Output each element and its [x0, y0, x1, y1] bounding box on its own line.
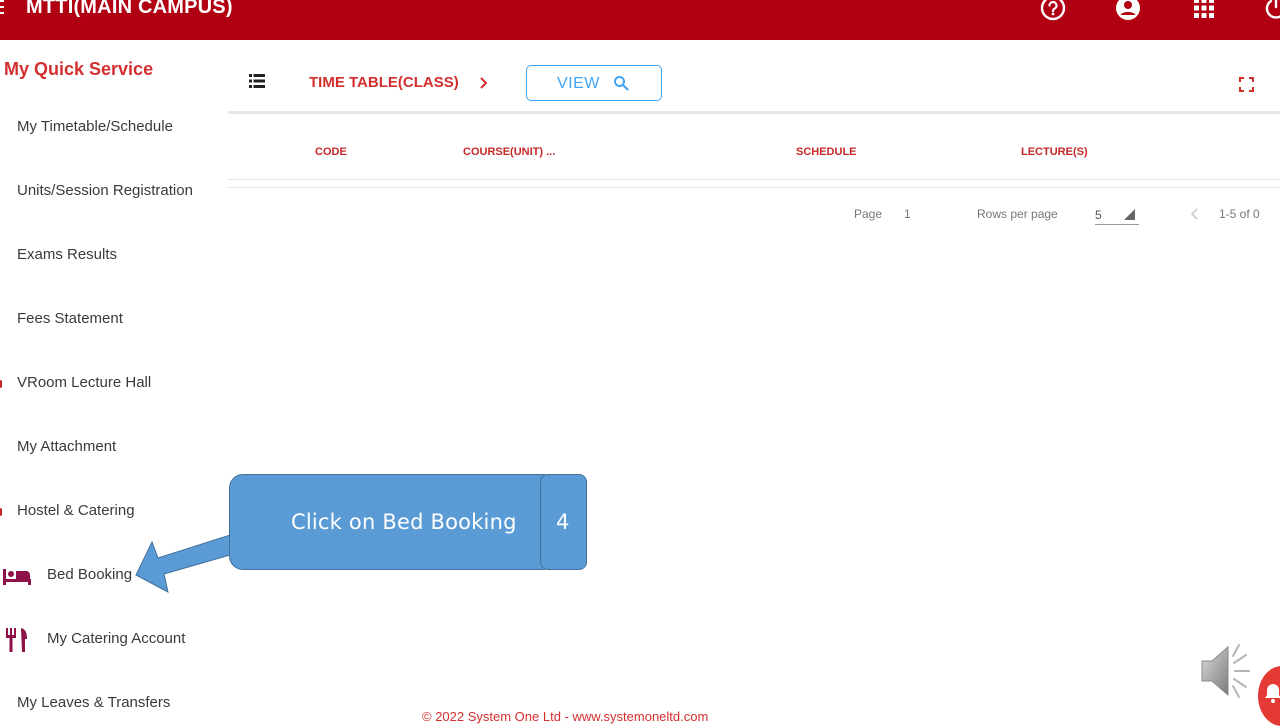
- sidebar-item-label: My Timetable/Schedule: [17, 118, 173, 135]
- table-header-divider: [228, 179, 1280, 180]
- fullscreen-icon[interactable]: [1239, 77, 1254, 92]
- speaker-icon[interactable]: [1199, 641, 1265, 701]
- column-header-schedule[interactable]: SCHEDULE: [796, 146, 857, 158]
- toolbar-divider: [228, 111, 1280, 114]
- sidebar-item-label: My Leaves & Transfers: [17, 694, 171, 711]
- sidebar-item-my-attachment[interactable]: My Attachment: [0, 427, 228, 467]
- sidebar-item-label: Bed Booking: [47, 566, 133, 583]
- breadcrumb[interactable]: TIME TABLE(CLASS): [309, 74, 459, 91]
- rows-per-page-value: 5: [1095, 208, 1102, 222]
- page-label: Page: [854, 207, 883, 221]
- section-marker: [0, 508, 2, 516]
- sidebar-item-label: My Catering Account: [47, 630, 186, 647]
- sidebar-item-exams-results[interactable]: Exams Results: [0, 235, 228, 275]
- sidebar: My Quick Service My Timetable/Schedule U…: [0, 40, 228, 720]
- callout-step-number: 4: [556, 510, 570, 534]
- chevron-left-icon[interactable]: [1190, 207, 1200, 221]
- footer-copyright: © 2022 System One Ltd - www.systemoneltd…: [422, 709, 709, 724]
- column-header-course[interactable]: COURSE(UNIT) ...: [463, 146, 555, 158]
- help-icon[interactable]: [1039, 0, 1067, 22]
- sidebar-item-hostel-catering[interactable]: Hostel & Catering: [0, 491, 228, 531]
- callout-arrow: [135, 534, 231, 593]
- sidebar-item-units-registration[interactable]: Units/Session Registration: [0, 171, 228, 211]
- sidebar-item-vroom-lecture-hall[interactable]: VRoom Lecture Hall: [0, 363, 228, 403]
- sidebar-item-fees-statement[interactable]: Fees Statement: [0, 299, 228, 339]
- chevron-right-icon: [478, 75, 490, 91]
- sidebar-item-label: My Attachment: [17, 438, 117, 455]
- sidebar-item-label: Hostel & Catering: [17, 502, 135, 519]
- sidebar-item-timetable[interactable]: My Timetable/Schedule: [0, 107, 228, 147]
- sidebar-item-catering-account[interactable]: My Catering Account: [0, 619, 228, 659]
- bell-icon: [1265, 684, 1280, 703]
- table-footer-divider: [228, 187, 1280, 188]
- callout-text: Click on Bed Booking: [291, 510, 517, 534]
- apps-grid-icon[interactable]: [1190, 0, 1218, 22]
- bed-icon: [3, 565, 31, 587]
- sidebar-item-label: Exams Results: [17, 246, 118, 263]
- top-app-bar: MTTI(MAIN CAMPUS): [0, 0, 1280, 40]
- power-icon[interactable]: [1262, 0, 1280, 22]
- sidebar-item-leaves-transfers[interactable]: My Leaves & Transfers: [0, 683, 228, 723]
- menu-icon[interactable]: [0, 0, 6, 18]
- view-button-label: VIEW: [557, 75, 600, 92]
- sidebar-item-label: Units/Session Registration: [17, 182, 193, 199]
- column-header-lectures[interactable]: LECTURE(S): [1021, 146, 1088, 158]
- page-number[interactable]: 1: [904, 207, 911, 221]
- app-title: MTTI(MAIN CAMPUS): [26, 0, 233, 18]
- account-icon[interactable]: [1114, 0, 1142, 22]
- rows-per-page-label: Rows per page: [977, 207, 1058, 221]
- restaurant-icon: [5, 627, 33, 652]
- tutorial-callout: Click on Bed Booking 4: [229, 474, 587, 570]
- section-marker: [0, 380, 2, 388]
- rows-per-page-select[interactable]: 5: [1095, 207, 1139, 225]
- sidebar-title: My Quick Service: [4, 59, 154, 79]
- page-range: 1-5 of 0: [1219, 207, 1260, 221]
- dropdown-arrow-icon: [1124, 209, 1135, 220]
- list-view-icon[interactable]: [249, 74, 265, 88]
- search-icon: [613, 75, 629, 91]
- column-header-code[interactable]: CODE: [315, 146, 347, 158]
- view-button[interactable]: VIEW: [526, 65, 662, 101]
- sidebar-item-label: VRoom Lecture Hall: [17, 374, 152, 391]
- sidebar-item-label: Fees Statement: [17, 310, 123, 327]
